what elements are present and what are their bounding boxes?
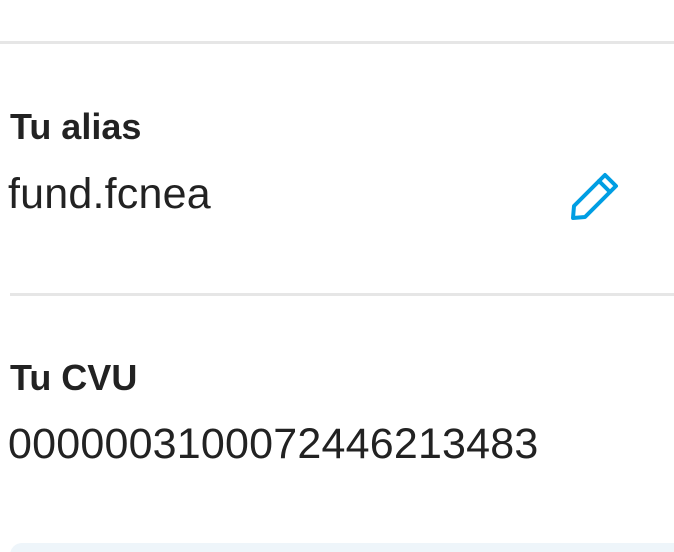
alias-value: fund.fcnea: [8, 170, 211, 218]
edit-alias-button[interactable]: [562, 164, 628, 228]
cvu-label: Tu CVU: [10, 357, 138, 398]
alias-label: Tu alias: [10, 106, 142, 147]
top-divider: [0, 41, 674, 44]
middle-divider: [10, 293, 674, 296]
pencil-icon: [571, 173, 618, 220]
account-details-panel: Tu alias fund.fcnea Tu CVU 0000003100072…: [0, 0, 674, 552]
cvu-value: 0000003100072446213483: [8, 420, 539, 468]
bottom-card: [10, 543, 674, 552]
